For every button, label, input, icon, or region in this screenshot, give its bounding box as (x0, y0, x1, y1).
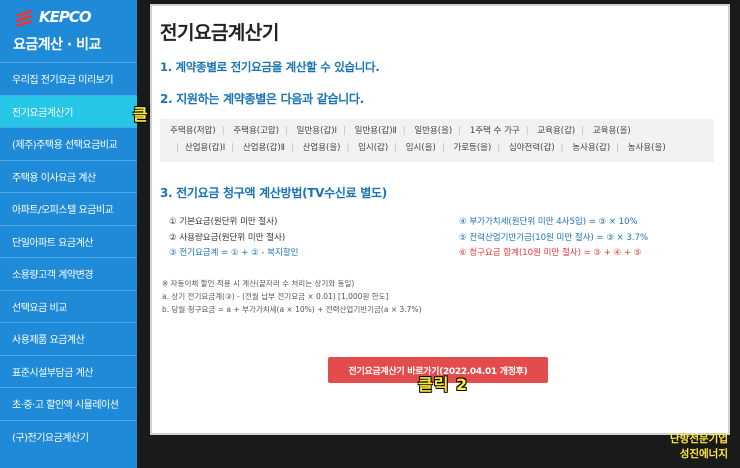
logo-text: KEPCO (39, 8, 92, 26)
sidebar: KEPCO 요금계산 · 비교 우리집 전기요금 미리보기 전기요금계산기 (제… (0, 0, 137, 468)
section-2-heading: 2. 지원하는 계약종별은 다음과 같습니다. (160, 92, 364, 106)
contract-type: 농사용(갑) (572, 143, 611, 153)
watermark-line-1: 난방전문기업 (670, 433, 728, 445)
sidebar-item-apartment-compare[interactable]: 아파트/오피스텔 요금비교 (0, 192, 137, 225)
sidebar-item-jeju-compare[interactable]: (제주)주택용 선택요금비교 (0, 127, 137, 160)
watermark: 난방전문기업 성진에너지 (670, 432, 728, 462)
note-line: ※ 자동이체 할인 적용 시 계산(끝자리 수 처리는 상기와 동일) (162, 278, 355, 288)
contract-type: 산업용(을) (302, 143, 341, 153)
click-2-annotation: 클릭 2 (418, 375, 469, 394)
contract-type: 일반용(갑)Ⅱ (354, 126, 397, 136)
logo: KEPCO 요금계산 · 비교 (0, 0, 137, 62)
sidebar-item-product-calc[interactable]: 사용제품 요금계산 (0, 322, 137, 355)
autopay-notes: ※ 자동이체 할인 적용 시 계산(끝자리 수 처리는 상기와 동일) a. 상… (160, 277, 720, 316)
calc-step-6: ⑥ 청구요금 합계(10원 미만 절사) = ③ + ④ + ⑤ (459, 248, 642, 258)
contract-type: 가로등(을) (453, 143, 492, 153)
sidebar-item-old-calculator[interactable]: (구)전기요금계산기 (0, 419, 137, 453)
contract-type: 주택용(고압) (233, 126, 280, 136)
sidebar-item-select-compare[interactable]: 선택요금 비교 (0, 289, 137, 323)
section-1-heading: 1. 계약종별로 전기요금을 계산할 수 있습니다. (160, 60, 380, 74)
contract-type: 일반용(갑)Ⅰ (296, 126, 338, 136)
calc-step-4: ④ 부가가치세(원단위 미만 4사5입) = ③ × 10% (459, 217, 638, 227)
calc-step-3: ③ 전기요금계 = ① + ② - 복지할인 (169, 248, 299, 258)
contract-type: 농사용(을) (627, 143, 666, 153)
calc-step-5: ⑤ 전력산업기반기금(10원 미만 절사) = ③ × 3.7% (459, 232, 649, 243)
contract-types-box: 주택용(저압) | 주택용(고압) | 일반용(갑)Ⅰ | 일반용(갑)Ⅱ | 일반용(… (160, 119, 714, 162)
calc-method: ① 기본요금(원단위 미만 절사) ② 사용량요금(원단위 미만 절사) ③ 전… (160, 215, 720, 262)
contract-type: 산업용(갑)Ⅰ (184, 143, 226, 153)
sidebar-item-facility-charge[interactable]: 표준시설부담금 계산 (0, 354, 137, 388)
calc-step-1: ① 기본요금(원단위 미만 절사) (169, 217, 278, 227)
note-line: a. 상기 전기요금계(③) - (전월 납부 전기요금 × 0.01) [1,… (162, 291, 389, 301)
sidebar-item-calculator[interactable]: 전기요금계산기 (0, 94, 137, 127)
contract-type: 교육용(을) (592, 126, 631, 136)
contract-type: 교육용(갑) (537, 126, 576, 136)
sidebar-item-school-discount[interactable]: 초·중·고 할인액 시뮬레이션 (0, 387, 137, 420)
contract-type: 임시(을) (405, 143, 436, 153)
sidebar-nav: 우리집 전기요금 미리보기 전기요금계산기 (제주)주택용 선택요금비교 주택용… (0, 62, 137, 452)
sidebar-item-contract-change[interactable]: 소용량고객 계약변경 (0, 257, 137, 290)
contract-type: 임시(갑) (358, 143, 389, 153)
contract-type: 일반용(을) (414, 126, 453, 136)
page-title: 전기요금계산기 (160, 22, 279, 44)
section-3-heading: 3. 전기요금 청구액 계산방법(TV수신료 별도) (160, 186, 387, 200)
sidebar-item-single-apartment[interactable]: 단일아파트 요금계산 (0, 224, 137, 258)
contract-type: 주택용(저압) (170, 126, 216, 136)
contract-type: 1주택 수 가구 (469, 126, 520, 136)
sidebar-item-preview[interactable]: 우리집 전기요금 미리보기 (0, 62, 137, 95)
watermark-line-2: 성진에너지 (679, 448, 728, 460)
sidebar-item-moving-calc[interactable]: 주택용 이사요금 계산 (0, 159, 137, 193)
contract-type: 심야전력(갑) (508, 143, 555, 153)
sidebar-title: 요금계산 · 비교 (13, 37, 101, 53)
contract-type: 산업용(갑)Ⅱ (242, 143, 285, 153)
note-line: b. 당월 청구요금 = a + 부가가치세(a × 10%) + 전력산업기반… (162, 304, 422, 314)
kepco-logo-icon (13, 9, 35, 28)
calc-step-2: ② 사용량요금(원단위 미만 절사) (169, 232, 286, 243)
